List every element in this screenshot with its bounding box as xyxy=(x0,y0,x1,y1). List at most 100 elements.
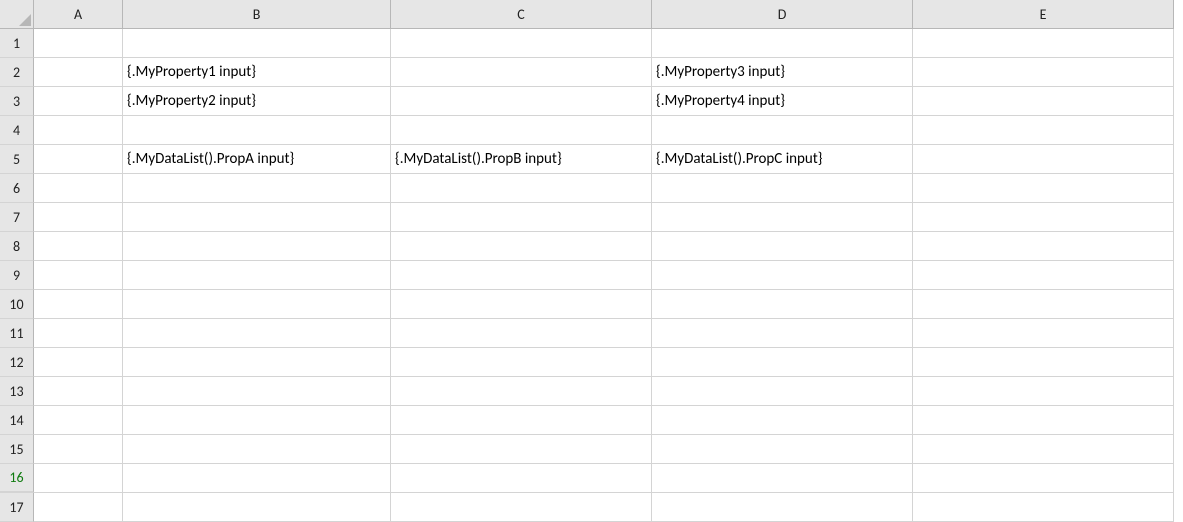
cell-b16[interactable] xyxy=(123,464,391,493)
row-header-8[interactable]: 8 xyxy=(0,232,34,261)
cell-e16[interactable] xyxy=(913,464,1174,493)
cell-c11[interactable] xyxy=(391,319,652,348)
cell-d3[interactable]: {.MyProperty4 input} xyxy=(652,87,913,116)
cell-a6[interactable] xyxy=(34,174,123,203)
cell-b5[interactable]: {.MyDataList().PropA input} xyxy=(123,145,391,174)
cell-e10[interactable] xyxy=(913,290,1174,319)
cell-d7[interactable] xyxy=(652,203,913,232)
cell-b1[interactable] xyxy=(123,29,391,58)
cell-e14[interactable] xyxy=(913,406,1174,435)
cell-a14[interactable] xyxy=(34,406,123,435)
cell-b11[interactable] xyxy=(123,319,391,348)
cell-a3[interactable] xyxy=(34,87,123,116)
cell-d2[interactable]: {.MyProperty3 input} xyxy=(652,58,913,87)
cell-d1[interactable] xyxy=(652,29,913,58)
row-header-3[interactable]: 3 xyxy=(0,87,34,116)
cell-a5[interactable] xyxy=(34,145,123,174)
cell-b12[interactable] xyxy=(123,348,391,377)
row-header-10[interactable]: 10 xyxy=(0,290,34,319)
cell-a7[interactable] xyxy=(34,203,123,232)
cell-a16[interactable] xyxy=(34,464,123,493)
row-header-16[interactable]: 16 xyxy=(0,464,34,493)
cell-a2[interactable] xyxy=(34,58,123,87)
cell-a1[interactable] xyxy=(34,29,123,58)
cell-e15[interactable] xyxy=(913,435,1174,464)
cell-a13[interactable] xyxy=(34,377,123,406)
select-all-corner[interactable] xyxy=(0,0,34,29)
cell-d12[interactable] xyxy=(652,348,913,377)
cell-c16[interactable] xyxy=(391,464,652,493)
cell-d9[interactable] xyxy=(652,261,913,290)
row-header-5[interactable]: 5 xyxy=(0,145,34,174)
cell-c15[interactable] xyxy=(391,435,652,464)
cell-d6[interactable] xyxy=(652,174,913,203)
cell-b8[interactable] xyxy=(123,232,391,261)
cell-b3[interactable]: {.MyProperty2 input} xyxy=(123,87,391,116)
row-header-17[interactable]: 17 xyxy=(0,493,34,522)
cell-c13[interactable] xyxy=(391,377,652,406)
cell-c12[interactable] xyxy=(391,348,652,377)
row-header-7[interactable]: 7 xyxy=(0,203,34,232)
cell-e4[interactable] xyxy=(913,116,1174,145)
cell-e12[interactable] xyxy=(913,348,1174,377)
cell-c14[interactable] xyxy=(391,406,652,435)
column-header-d[interactable]: D xyxy=(652,0,913,29)
cell-c4[interactable] xyxy=(391,116,652,145)
cell-c6[interactable] xyxy=(391,174,652,203)
cell-a17[interactable] xyxy=(34,493,123,522)
cell-c8[interactable] xyxy=(391,232,652,261)
cell-e2[interactable] xyxy=(913,58,1174,87)
spreadsheet-grid[interactable]: ABCDE12{.MyProperty1 input}{.MyProperty3… xyxy=(0,0,1183,522)
cell-d10[interactable] xyxy=(652,290,913,319)
cell-b2[interactable]: {.MyProperty1 input} xyxy=(123,58,391,87)
cell-c5[interactable]: {.MyDataList().PropB input} xyxy=(391,145,652,174)
cell-c9[interactable] xyxy=(391,261,652,290)
row-header-14[interactable]: 14 xyxy=(0,406,34,435)
column-header-a[interactable]: A xyxy=(34,0,123,29)
column-header-c[interactable]: C xyxy=(391,0,652,29)
row-header-6[interactable]: 6 xyxy=(0,174,34,203)
row-header-2[interactable]: 2 xyxy=(0,58,34,87)
cell-e8[interactable] xyxy=(913,232,1174,261)
cell-d11[interactable] xyxy=(652,319,913,348)
cell-e3[interactable] xyxy=(913,87,1174,116)
cell-a15[interactable] xyxy=(34,435,123,464)
cell-d16[interactable] xyxy=(652,464,913,493)
cell-a8[interactable] xyxy=(34,232,123,261)
row-header-1[interactable]: 1 xyxy=(0,29,34,58)
cell-a11[interactable] xyxy=(34,319,123,348)
row-header-11[interactable]: 11 xyxy=(0,319,34,348)
cell-b17[interactable] xyxy=(123,493,391,522)
cell-b6[interactable] xyxy=(123,174,391,203)
cell-d8[interactable] xyxy=(652,232,913,261)
cell-e5[interactable] xyxy=(913,145,1174,174)
cell-b14[interactable] xyxy=(123,406,391,435)
cell-a10[interactable] xyxy=(34,290,123,319)
cell-d14[interactable] xyxy=(652,406,913,435)
row-header-12[interactable]: 12 xyxy=(0,348,34,377)
row-header-4[interactable]: 4 xyxy=(0,116,34,145)
cell-b4[interactable] xyxy=(123,116,391,145)
cell-e17[interactable] xyxy=(913,493,1174,522)
cell-b15[interactable] xyxy=(123,435,391,464)
cell-e13[interactable] xyxy=(913,377,1174,406)
cell-c17[interactable] xyxy=(391,493,652,522)
cell-a12[interactable] xyxy=(34,348,123,377)
cell-c1[interactable] xyxy=(391,29,652,58)
cell-d15[interactable] xyxy=(652,435,913,464)
cell-c2[interactable] xyxy=(391,58,652,87)
cell-e1[interactable] xyxy=(913,29,1174,58)
cell-c7[interactable] xyxy=(391,203,652,232)
cell-d4[interactable] xyxy=(652,116,913,145)
cell-e11[interactable] xyxy=(913,319,1174,348)
cell-e9[interactable] xyxy=(913,261,1174,290)
cell-d5[interactable]: {.MyDataList().PropC input} xyxy=(652,145,913,174)
cell-a9[interactable] xyxy=(34,261,123,290)
cell-c10[interactable] xyxy=(391,290,652,319)
cell-d13[interactable] xyxy=(652,377,913,406)
row-header-15[interactable]: 15 xyxy=(0,435,34,464)
cell-b9[interactable] xyxy=(123,261,391,290)
cell-c3[interactable] xyxy=(391,87,652,116)
cell-a4[interactable] xyxy=(34,116,123,145)
cell-b7[interactable] xyxy=(123,203,391,232)
